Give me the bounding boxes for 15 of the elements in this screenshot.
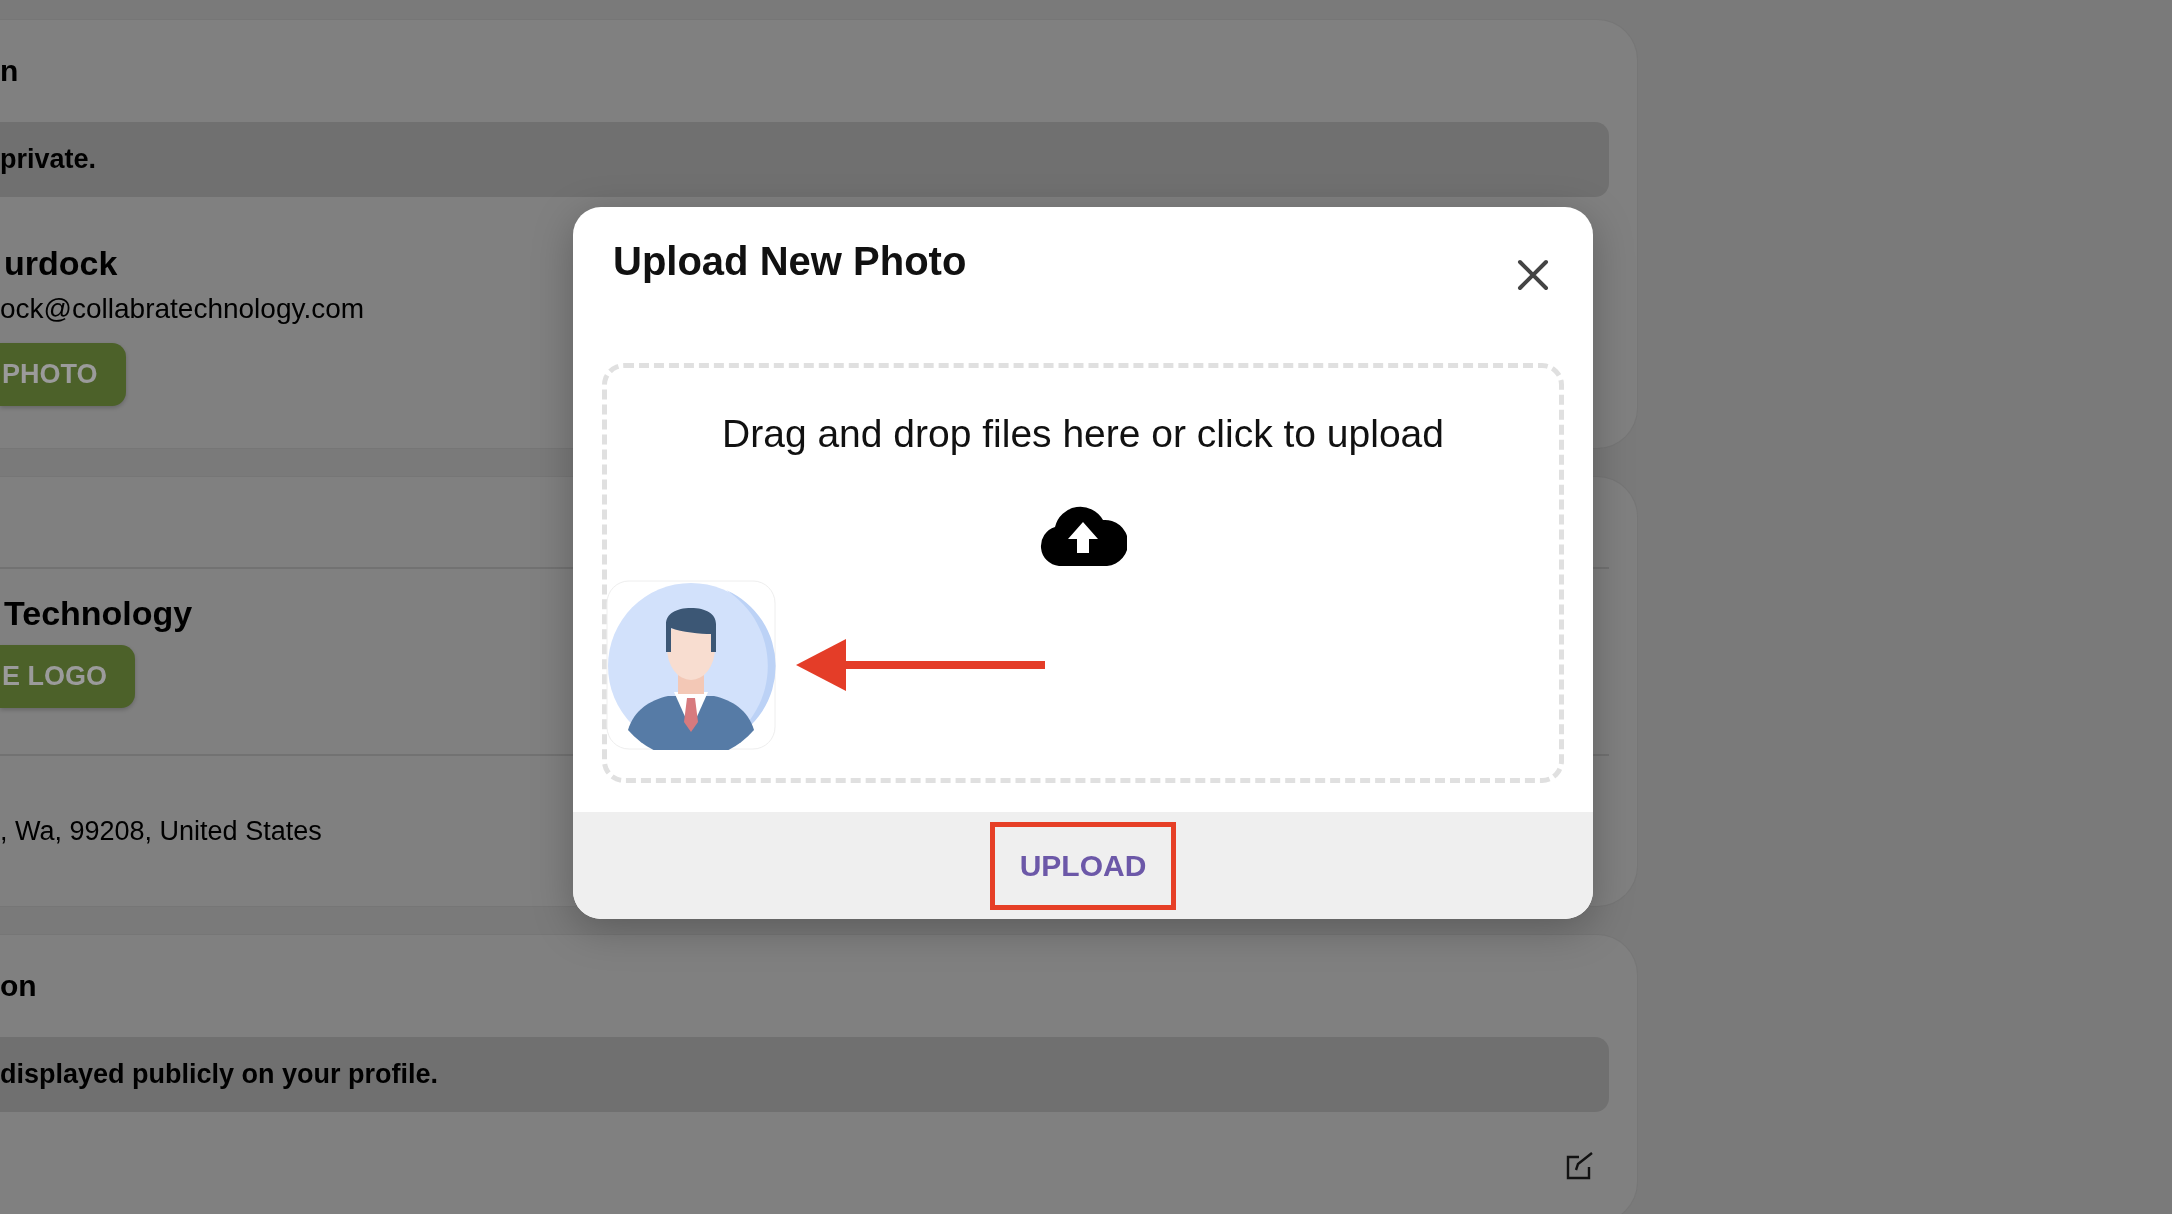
address-text: , Wa, 99208, United States [0, 815, 322, 847]
cloud-upload-icon[interactable] [1039, 506, 1127, 566]
close-icon[interactable] [1517, 259, 1549, 291]
avatar-icon [606, 580, 776, 750]
profile-name: urdock [4, 245, 118, 281]
notice-text: private. [0, 144, 97, 175]
dialog-title: Upload New Photo [613, 239, 967, 284]
profile-name: Technology [4, 595, 193, 631]
section-heading: on [0, 969, 37, 1003]
drop-zone-text: Drag and drop files here or click to upload [722, 412, 1444, 456]
email-text: ock@collabratechnology.com [0, 293, 365, 325]
upload-button[interactable]: UPLOAD [989, 821, 1177, 910]
notice-text: displayed publicly on your profile. [0, 1059, 439, 1090]
drop-zone[interactable]: Drag and drop files here or click to upload [602, 363, 1564, 783]
section-heading: n [0, 54, 19, 88]
